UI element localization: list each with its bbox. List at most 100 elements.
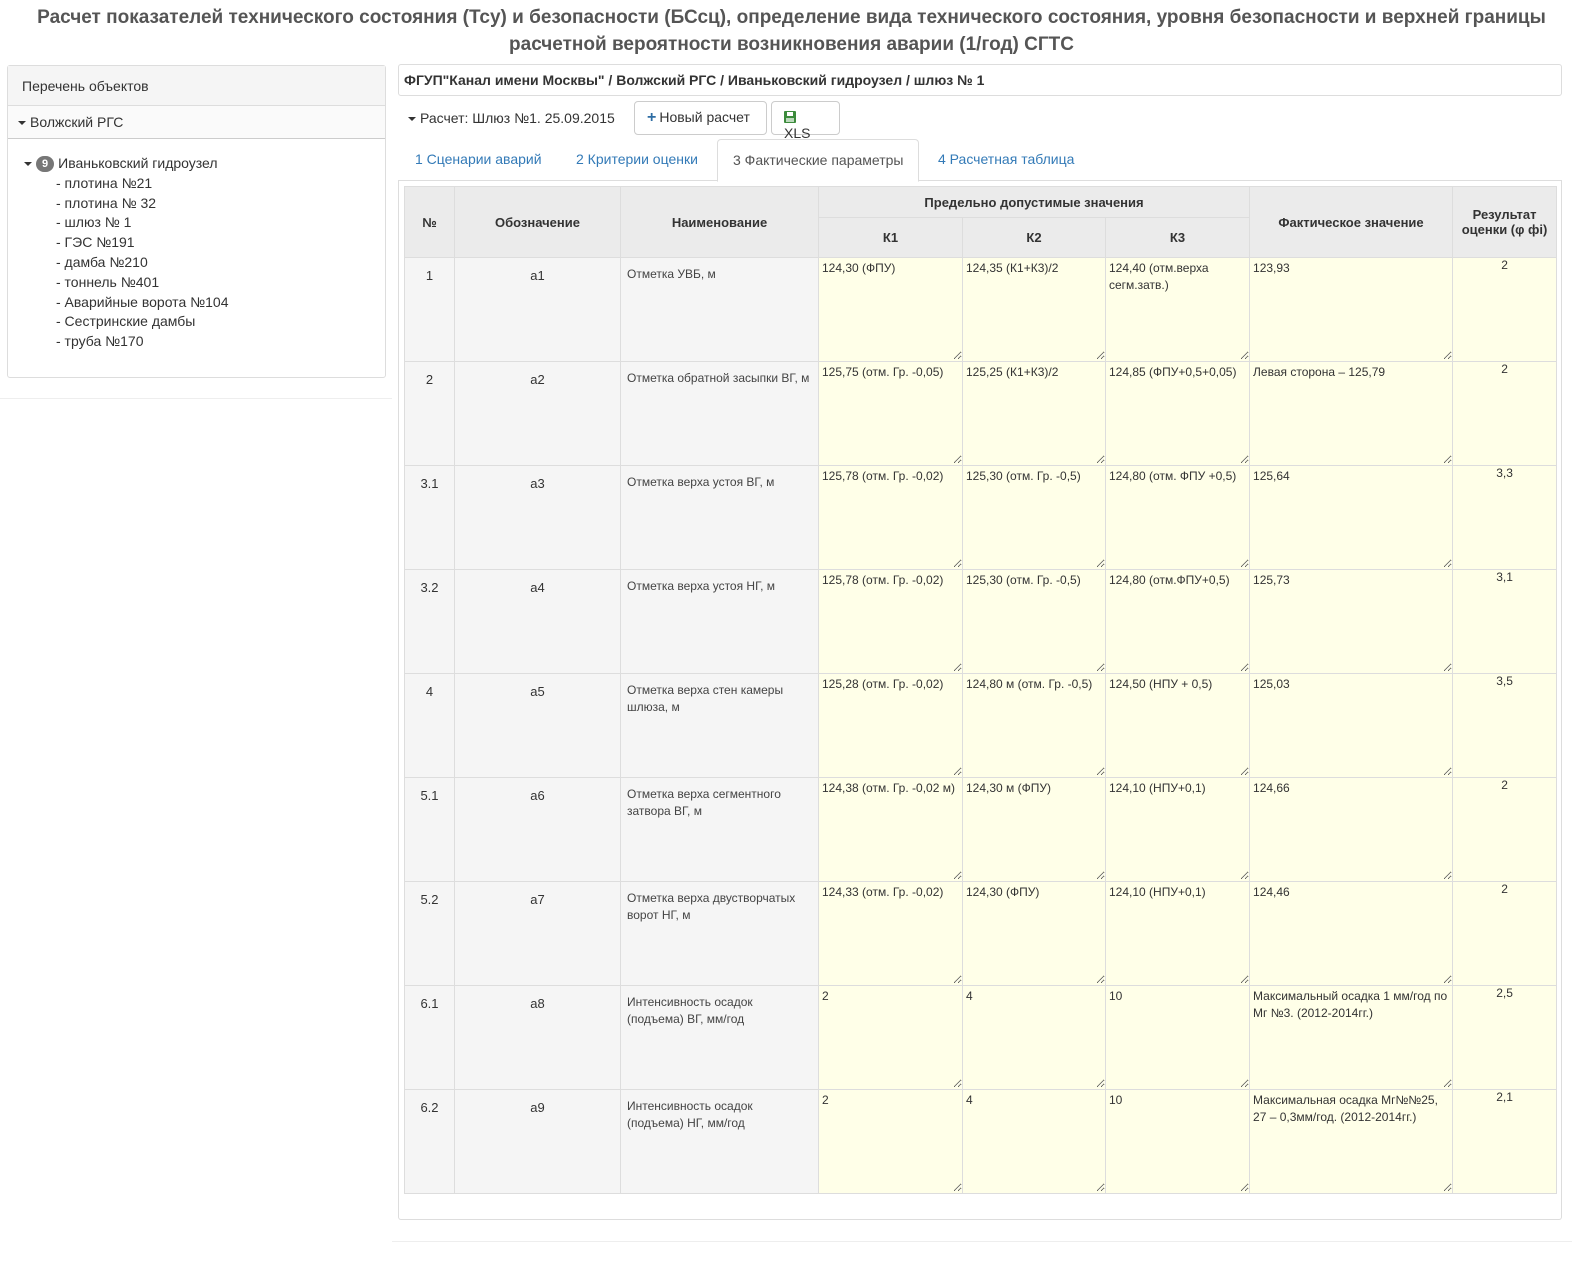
row-name: Интенсивность осадок (подъема) НГ, мм/го… [620,1089,819,1194]
tree-item[interactable]: - труба №170 [56,332,385,352]
tree-item[interactable]: - тоннель №401 [56,273,385,293]
k1-cell: 124,30 (ФПУ) [818,257,963,362]
k2-field[interactable]: 124,30 (ФПУ) [963,882,1105,984]
calc-dropdown[interactable]: Расчет: Шлюз №1. 25.09.2015 [408,110,615,126]
tabs: 1 Сценарии аварий 2 Критерии оценки 3 Фа… [398,139,1562,182]
actual-value-field[interactable]: Левая сторона – 125,79 [1250,362,1453,464]
tab-scenarios[interactable]: 1 Сценарии аварий [400,139,557,181]
k1-field[interactable]: 124,33 (отм. Гр. -0,02) [819,882,962,984]
actual-value-field[interactable]: 125,73 [1250,570,1453,672]
k3-field[interactable]: 10 [1106,986,1250,1088]
k2-cell: 4 [962,985,1106,1090]
result-value: 2 [1452,777,1558,882]
tab-criteria[interactable]: 2 Критерии оценки [561,139,713,181]
k1-field[interactable]: 125,75 (отм. Гр. -0,05) [819,362,962,464]
table-row: 1 а1 Отметка УВБ, м 124,30 (ФПУ) 124,35 (К1+… [404,257,1558,362]
k1-field[interactable]: 2 [819,1090,962,1192]
k1-cell: 125,28 (отм. Гр. -0,02) [818,673,963,778]
k3-field[interactable]: 124,10 (НПУ+0,1) [1106,882,1250,984]
col-header-k2: К2 [962,217,1106,258]
object-tree: 9 Иваньковский гидроузел - плотина №21- п… [8,139,385,352]
k1-field[interactable]: 125,28 (отм. Гр. -0,02) [819,674,962,776]
k3-field[interactable]: 124,80 (отм.ФПУ+0,5) [1106,570,1250,672]
result-value: 2 [1452,361,1558,466]
k2-field[interactable]: 124,35 (К1+К3)/2 [963,258,1105,360]
k3-cell: 10 [1104,1089,1251,1194]
breadcrumb: ФГУП"Канал имени Москвы" / Волжский РГС … [398,64,1562,96]
row-code: а9 [454,1089,621,1194]
tree-item[interactable]: - плотина № 32 [56,194,385,214]
row-number: 1 [404,257,455,362]
k3-field[interactable]: 124,80 (отм. ФПУ +0,5) [1106,466,1250,568]
row-code: а7 [454,881,621,986]
k3-field[interactable]: 10 [1106,1090,1250,1192]
tree-node-label: Иваньковский гидроузел [58,155,218,171]
row-code: а1 [454,257,621,362]
actual-value-field[interactable]: Максимальный осадка 1 мм/год по Мг №3. (… [1250,986,1453,1088]
new-calc-label: Новый расчет [659,109,750,125]
k2-field[interactable]: 125,30 (отм. Гр. -0,5) [963,570,1105,672]
tree-item[interactable]: - Сестринские дамбы [56,312,385,332]
k2-field[interactable]: 4 [963,986,1105,1088]
table-row: 3.1 а3 Отметка верха устоя ВГ, м 125,78 (от… [404,465,1558,570]
k1-field[interactable]: 124,30 (ФПУ) [819,258,962,360]
k3-field[interactable]: 124,40 (отм.верха сегм.затв.) [1106,258,1250,360]
floppy-disk-icon [784,111,796,123]
k2-cell: 124,35 (К1+К3)/2 [962,257,1106,362]
tree-item[interactable]: - шлюз № 1 [56,213,385,233]
region-label: Волжский РГС [30,114,124,130]
actual-value-field[interactable]: 125,03 [1250,674,1453,776]
actual-cell: 123,93 [1249,257,1454,362]
tree-item[interactable]: - плотина №21 [56,174,385,194]
tab-calc-table[interactable]: 4 Расчетная таблица [923,139,1089,181]
tree-item[interactable]: - дамба №210 [56,253,385,273]
col-header-num: № [404,186,455,258]
result-value: 2 [1452,881,1558,986]
k2-cell: 125,30 (отм. Гр. -0,5) [962,569,1106,674]
k3-field[interactable]: 124,50 (НПУ + 0,5) [1106,674,1250,776]
k2-field[interactable]: 4 [963,1090,1105,1192]
k3-field[interactable]: 124,85 (ФПУ+0,5+0,05) [1106,362,1250,464]
k1-field[interactable]: 125,78 (отм. Гр. -0,02) [819,466,962,568]
actual-cell: 125,73 [1249,569,1454,674]
col-header-code: Обозначение [454,186,621,258]
tree-node[interactable]: 9 Иваньковский гидроузел [24,154,385,174]
actual-value-field[interactable]: Максимальная осадка Мг№№25, 27 – 0,3мм/г… [1250,1090,1453,1192]
table-row: 6.1 а8 Интенсивность осадок (подъема) ВГ, … [404,985,1558,1090]
actual-value-field[interactable]: 124,66 [1250,778,1453,880]
divider [392,1241,1572,1242]
actual-value-field[interactable]: 124,46 [1250,882,1453,984]
k3-cell: 124,50 (НПУ + 0,5) [1104,673,1251,778]
k2-cell: 124,80 м (отм. Гр. -0,5) [962,673,1106,778]
k3-cell: 124,80 (отм. ФПУ +0,5) [1104,465,1251,570]
row-code: а4 [454,569,621,674]
row-name: Отметка верха устоя ВГ, м [620,465,819,570]
row-code: а2 [454,361,621,466]
actual-cell: 124,46 [1249,881,1454,986]
k2-cell: 4 [962,1089,1106,1194]
k2-field[interactable]: 125,30 (отм. Гр. -0,5) [963,466,1105,568]
k2-field[interactable]: 124,80 м (отм. Гр. -0,5) [963,674,1105,776]
tree-item[interactable]: - ГЭС №191 [56,233,385,253]
k1-field[interactable]: 125,78 (отм. Гр. -0,02) [819,570,962,672]
tab-actual-params[interactable]: 3 Фактические параметры [717,139,920,182]
row-code: а3 [454,465,621,570]
region-toggle[interactable]: Волжский РГС [8,106,385,139]
tree-item[interactable]: - Аварийные ворота №104 [56,293,385,313]
actual-value-field[interactable]: 125,64 [1250,466,1453,568]
xls-export-button[interactable]: XLS [771,101,840,141]
k3-field[interactable]: 124,10 (НПУ+0,1) [1106,778,1250,880]
k1-cell: 125,78 (отм. Гр. -0,02) [818,569,963,674]
table-row: 5.2 а7 Отметка верха двустворчатых ворот Н… [404,881,1558,986]
k1-field[interactable]: 124,38 (отм. Гр. -0,02 м) [819,778,962,880]
new-calc-button[interactable]: + Новый расчет [634,101,767,135]
k3-cell: 124,10 (НПУ+0,1) [1104,881,1251,986]
actual-value-field[interactable]: 123,93 [1250,258,1453,360]
k1-field[interactable]: 2 [819,986,962,1088]
row-name: Отметка верха сегментного затвора ВГ, м [620,777,819,882]
row-number: 2 [404,361,455,466]
k2-field[interactable]: 125,25 (К1+К3)/2 [963,362,1105,464]
k3-cell: 124,85 (ФПУ+0,5+0,05) [1104,361,1251,466]
table-row: 3.2 а4 Отметка верха устоя НГ, м 125,78 (от… [404,569,1558,674]
k2-field[interactable]: 124,30 м (ФПУ) [963,778,1105,880]
